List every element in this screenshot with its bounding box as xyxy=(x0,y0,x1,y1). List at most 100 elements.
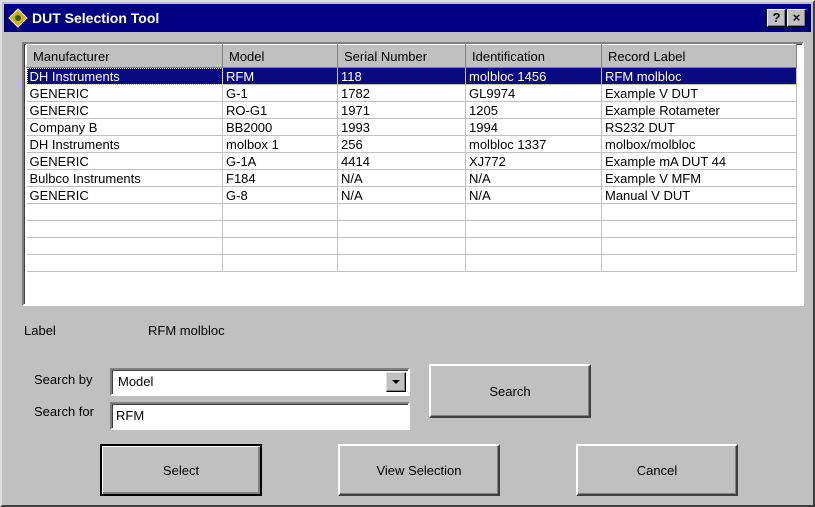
table-row[interactable]: Bulbco Instruments F184 N/A N/A Example V MF… xyxy=(26,169,797,187)
cell-manufacturer: GENERIC xyxy=(26,186,223,204)
dut-list[interactable]: Manufacturer Model Serial Number Identif… xyxy=(22,42,804,306)
search-by-value: Model xyxy=(118,374,154,389)
cell-manufacturer: GENERIC xyxy=(26,152,223,170)
cell-identification: molbloc 1456 xyxy=(465,67,602,85)
cell-serial-number: 256 xyxy=(337,135,466,153)
cell-model: RFM xyxy=(222,67,338,85)
title-bar[interactable]: DUT Selection Tool ? × xyxy=(4,4,811,32)
empty-cell xyxy=(222,254,338,272)
table-row[interactable]: GENERIC RO-G1 1971 1205 Example Rotameter xyxy=(26,101,797,119)
column-header-serial-number[interactable]: Serial Number xyxy=(337,44,466,68)
empty-cell xyxy=(465,254,602,272)
search-for-input[interactable] xyxy=(116,408,396,423)
empty-cell xyxy=(601,254,797,272)
empty-cell xyxy=(337,237,466,255)
cell-manufacturer: DH Instruments xyxy=(26,67,223,85)
cell-serial-number: 1782 xyxy=(337,84,466,102)
empty-cell xyxy=(222,237,338,255)
cell-serial-number: 4414 xyxy=(337,152,466,170)
cancel-button-label: Cancel xyxy=(636,462,678,478)
cell-manufacturer: GENERIC xyxy=(26,84,223,102)
search-for-field-frame xyxy=(110,402,410,430)
search-by-caption: Search by xyxy=(34,372,93,387)
cell-record-label: Manual V DUT xyxy=(601,186,797,204)
cell-identification: 1994 xyxy=(465,118,602,136)
column-header-manufacturer[interactable]: Manufacturer xyxy=(26,44,223,68)
table-row[interactable]: Company B BB2000 1993 1994 RS232 DUT xyxy=(26,118,797,136)
search-for-caption: Search for xyxy=(34,404,94,419)
dut-table: Manufacturer Model Serial Number Identif… xyxy=(26,44,797,272)
empty-cell xyxy=(465,203,602,221)
select-button[interactable]: Select xyxy=(100,444,262,496)
cell-serial-number: 118 xyxy=(337,67,466,85)
cell-serial-number: 1993 xyxy=(337,118,466,136)
cell-identification: N/A xyxy=(465,169,602,187)
empty-cell xyxy=(222,203,338,221)
cell-model: BB2000 xyxy=(222,118,338,136)
cell-manufacturer: Bulbco Instruments xyxy=(26,169,223,187)
empty-table-row xyxy=(26,220,797,238)
empty-cell xyxy=(601,237,797,255)
search-button-label: Search xyxy=(489,383,531,399)
cell-model: molbox 1 xyxy=(222,135,338,153)
empty-cell xyxy=(222,220,338,238)
cell-identification: XJ772 xyxy=(465,152,602,170)
cell-manufacturer: GENERIC xyxy=(26,101,223,119)
table-row[interactable]: GENERIC G-1A 4414 XJ772 Example mA DUT 44 xyxy=(26,152,797,170)
cell-model: G-1 xyxy=(222,84,338,102)
table-row[interactable]: DH Instruments molbox 1 256 molbloc 1337 mol… xyxy=(26,135,797,153)
empty-cell xyxy=(26,203,223,221)
table-row[interactable]: GENERIC G-1 1782 GL9974 Example V DUT xyxy=(26,84,797,102)
table-row[interactable]: DH Instruments RFM 118 molbloc 1456 RFM molb… xyxy=(26,67,797,85)
cell-model: RO-G1 xyxy=(222,101,338,119)
empty-cell xyxy=(601,203,797,221)
empty-cell xyxy=(26,254,223,272)
cancel-button[interactable]: Cancel xyxy=(576,444,738,496)
empty-table-row xyxy=(26,237,797,255)
column-header-model[interactable]: Model xyxy=(222,44,338,68)
header-row: Manufacturer Model Serial Number Identif… xyxy=(26,44,797,68)
empty-cell xyxy=(337,220,466,238)
search-by-select[interactable]: Model xyxy=(110,368,410,396)
empty-cell xyxy=(601,220,797,238)
label-value: RFM molbloc xyxy=(148,323,225,338)
column-header-identification[interactable]: Identification xyxy=(465,44,602,68)
cell-identification: molbloc 1337 xyxy=(465,135,602,153)
search-button[interactable]: Search xyxy=(429,364,591,418)
close-button[interactable]: × xyxy=(787,9,806,27)
select-button-label: Select xyxy=(162,462,200,478)
cell-record-label: RFM molbloc xyxy=(601,67,797,85)
cell-record-label: Example mA DUT 44 xyxy=(601,152,797,170)
empty-cell xyxy=(337,254,466,272)
dropdown-button[interactable] xyxy=(386,372,406,392)
empty-table-row xyxy=(26,254,797,272)
cell-serial-number: N/A xyxy=(337,186,466,204)
cell-record-label: RS232 DUT xyxy=(601,118,797,136)
cell-manufacturer: DH Instruments xyxy=(26,135,223,153)
help-button[interactable]: ? xyxy=(767,9,786,27)
view-selection-button[interactable]: View Selection xyxy=(338,444,500,496)
view-selection-button-label: View Selection xyxy=(376,462,462,478)
chevron-down-icon xyxy=(392,380,400,384)
cell-model: G-8 xyxy=(222,186,338,204)
cell-manufacturer: Company B xyxy=(26,118,223,136)
empty-cell xyxy=(465,237,602,255)
cell-identification: N/A xyxy=(465,186,602,204)
empty-table-row xyxy=(26,203,797,221)
cell-record-label: Example Rotameter xyxy=(601,101,797,119)
dut-selection-window: DUT Selection Tool ? × Manufacturer Mode… xyxy=(0,0,815,507)
empty-cell xyxy=(26,220,223,238)
app-icon xyxy=(8,8,28,28)
column-header-record-label[interactable]: Record Label xyxy=(601,44,797,68)
cell-record-label: molbox/molbloc xyxy=(601,135,797,153)
cell-serial-number: N/A xyxy=(337,169,466,187)
empty-cell xyxy=(26,237,223,255)
cell-model: G-1A xyxy=(222,152,338,170)
cell-record-label: Example V MFM xyxy=(601,169,797,187)
cell-identification: GL9974 xyxy=(465,84,602,102)
empty-cell xyxy=(337,203,466,221)
cell-serial-number: 1971 xyxy=(337,101,466,119)
cell-model: F184 xyxy=(222,169,338,187)
table-row[interactable]: GENERIC G-8 N/A N/A Manual V DUT xyxy=(26,186,797,204)
label-caption: Label xyxy=(24,323,56,338)
